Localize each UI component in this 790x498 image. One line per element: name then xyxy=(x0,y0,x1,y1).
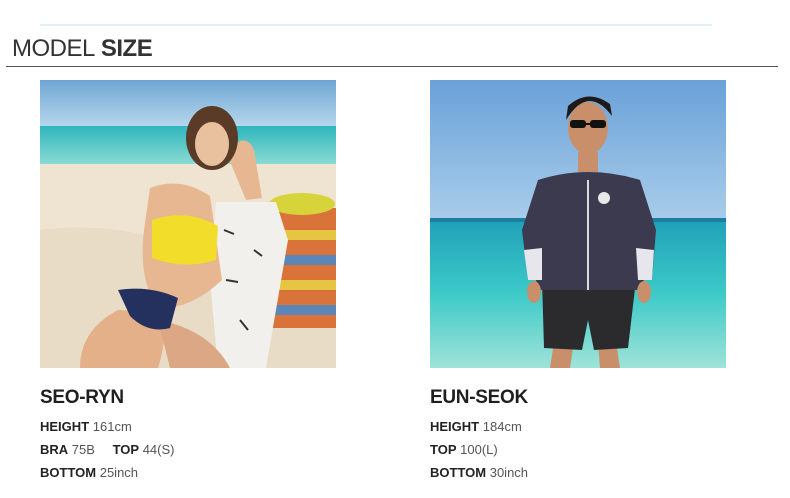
height-value: 184cm xyxy=(482,419,522,434)
height-row: HEIGHT 161cm xyxy=(40,418,340,435)
section-divider xyxy=(6,66,778,67)
top-accent-line xyxy=(40,24,712,26)
height-row: HEIGHT 184cm xyxy=(430,418,730,435)
model-name: SEO-RYN xyxy=(40,387,124,408)
section-title-light: MODEL xyxy=(12,35,95,62)
bottom-label: BOTTOM xyxy=(40,465,97,480)
model-name: EUN-SEOK xyxy=(430,387,528,408)
model-card-seo-ryn: SEO-RYN HEIGHT 161cm BRA 75B TOP 44(S) B… xyxy=(40,386,340,481)
top-value: 100(L) xyxy=(460,442,498,457)
model-photo-eun-seok xyxy=(430,80,726,368)
bottom-label: BOTTOM xyxy=(430,465,487,480)
section-title: MODEL SIZE xyxy=(12,34,153,64)
section-title-bold: SIZE xyxy=(100,35,153,62)
bra-value: 75B xyxy=(71,442,95,457)
bra-top-row: BRA 75B TOP 44(S) xyxy=(40,441,340,458)
bottom-value: 25inch xyxy=(99,465,139,480)
bottom-row: BOTTOM 30inch xyxy=(430,464,730,481)
bottom-value: 30inch xyxy=(489,465,529,480)
model-photo-seo-ryn xyxy=(40,80,336,368)
top-label: TOP xyxy=(430,442,457,457)
height-label: HEIGHT xyxy=(430,419,480,434)
top-label: TOP xyxy=(112,442,140,457)
top-row: TOP 100(L) xyxy=(430,441,730,458)
height-value: 161cm xyxy=(92,419,132,434)
height-label: HEIGHT xyxy=(40,419,90,434)
bottom-row: BOTTOM 25inch xyxy=(40,464,340,481)
bra-label: BRA xyxy=(40,442,69,457)
top-value: 44(S) xyxy=(142,442,175,457)
model-card-eun-seok: EUN-SEOK HEIGHT 184cm TOP 100(L) BOTTOM … xyxy=(430,386,730,481)
